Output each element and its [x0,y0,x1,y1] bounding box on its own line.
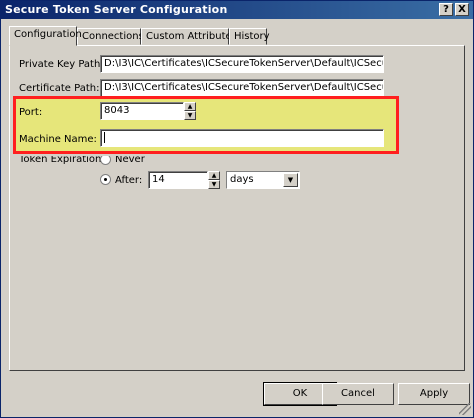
port-field[interactable]: 8043 [100,102,184,120]
tab-history[interactable]: History [229,28,270,45]
after-label: After: [115,175,143,186]
unit-value: days [230,174,254,185]
private-key-path-field[interactable]: D:\I3\IC\Certificates\ICSecureTokenServe… [100,55,384,73]
resize-grip-icon[interactable] [459,403,471,415]
apply-button[interactable]: Apply [398,383,470,405]
after-spinner[interactable]: ▲ ▼ [208,171,220,189]
port-spinner[interactable]: ▲ ▼ [184,102,196,120]
spin-down-icon[interactable]: ▼ [208,180,220,189]
close-button[interactable]: X [455,3,469,16]
after-radio[interactable] [100,174,111,185]
tab-custom-attributes[interactable]: Custom Attributes [141,28,237,45]
dialog-window: Secure Token Server Configuration ? X Co… [0,0,474,418]
title-bar[interactable]: Secure Token Server Configuration ? X [1,1,473,19]
cancel-button[interactable]: Cancel [322,383,394,405]
certificate-label: Certificate Path: [19,83,100,94]
window-title: Secure Token Server Configuration [5,3,228,16]
text-caret [104,132,105,143]
private-key-label: Private Key Path: [19,59,104,70]
spin-up-icon[interactable]: ▲ [184,102,196,111]
tab-connections[interactable]: Connections [77,28,144,45]
help-button[interactable]: ? [439,3,453,16]
after-value-field[interactable]: 14 [148,171,208,189]
spin-down-icon[interactable]: ▼ [184,111,196,120]
spin-up-icon[interactable]: ▲ [208,171,220,180]
tab-configuration[interactable]: Configuration [9,26,82,46]
machine-name-label: Machine Name: [19,134,97,145]
machine-name-field[interactable] [100,129,384,147]
certificate-path-field[interactable]: D:\I3\IC\Certificates\ICSecureTokenServe… [100,79,384,97]
port-label: Port: [19,107,43,118]
chevron-down-icon[interactable]: ▼ [283,173,298,187]
expiration-unit-select[interactable]: days ▼ [226,171,300,189]
